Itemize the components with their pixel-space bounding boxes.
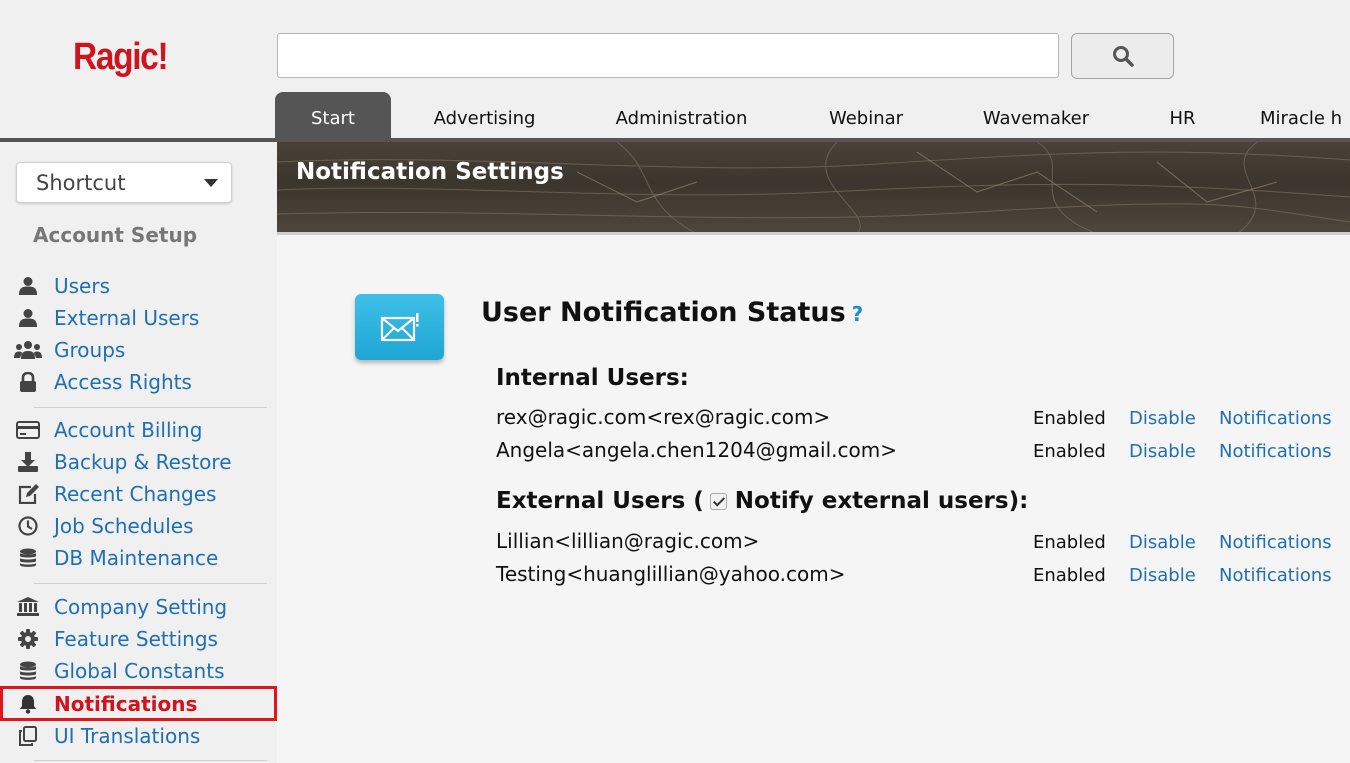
- sidebar-item-label: Company Setting: [54, 595, 228, 619]
- bank-icon: [14, 596, 42, 618]
- notifications-link[interactable]: Notifications: [1219, 408, 1332, 429]
- main-content: User Notification Status? Internal Users…: [277, 235, 1350, 763]
- sidebar-item-label: Notifications: [54, 691, 198, 716]
- tab-bar: Start Advertising Administration Webinar…: [275, 92, 1350, 138]
- credit-card-icon: [14, 419, 42, 441]
- user-status: Enabled: [1033, 441, 1106, 462]
- tab-webinar[interactable]: Webinar: [785, 92, 947, 138]
- tab-administration[interactable]: Administration: [578, 92, 785, 138]
- sidebar-item-global-constants[interactable]: Global Constants: [0, 655, 277, 687]
- sidebar-item-label: Job Schedules: [54, 514, 194, 538]
- sidebar-item-label: UI Translations: [54, 724, 201, 748]
- user-row: Lillian<lillian@ragic.com> Enabled Disab…: [496, 529, 1336, 559]
- tab-wavemaker[interactable]: Wavemaker: [947, 92, 1125, 138]
- sidebar-item-label: Users: [54, 274, 111, 298]
- shortcut-dropdown[interactable]: Shortcut: [16, 162, 232, 203]
- copy-icon: [14, 725, 42, 747]
- notify-external-checkbox[interactable]: [709, 492, 727, 510]
- user-status: Enabled: [1033, 532, 1106, 553]
- sidebar-item-job-schedules[interactable]: Job Schedules: [0, 510, 277, 542]
- shortcut-label: Shortcut: [36, 170, 126, 195]
- sidebar-item-external-users[interactable]: External Users: [0, 302, 277, 334]
- sidebar-item-label: DB Maintenance: [54, 546, 219, 570]
- sidebar-item-backup-restore[interactable]: Backup & Restore: [0, 446, 277, 478]
- group-icon: [14, 339, 42, 361]
- sidebar-divider: [34, 760, 267, 761]
- external-title-suffix: Notify external users):: [734, 488, 1029, 514]
- mail-icon: [355, 294, 444, 360]
- notifications-link[interactable]: Notifications: [1219, 565, 1332, 586]
- sidebar-divider: [34, 583, 267, 584]
- sidebar-item-label: Access Rights: [54, 370, 192, 394]
- sidebar-item-label: Groups: [54, 338, 126, 362]
- sidebar-item-label: Global Constants: [54, 659, 225, 683]
- sidebar-item-company-setting[interactable]: Company Setting: [0, 591, 277, 623]
- gear-icon: [14, 628, 42, 650]
- heading-text: User Notification Status: [481, 297, 846, 328]
- search-input[interactable]: [277, 33, 1059, 78]
- sidebar-divider: [34, 407, 267, 408]
- page-banner: Notification Settings: [277, 142, 1350, 234]
- sidebar-item-db-maintenance[interactable]: DB Maintenance: [0, 542, 277, 574]
- sidebar-item-ui-translations[interactable]: UI Translations: [0, 720, 277, 752]
- notifications-link[interactable]: Notifications: [1219, 441, 1332, 462]
- section-title-account-setup: Account Setup: [33, 223, 198, 247]
- user-row: Testing<huanglillian@yahoo.com> Enabled …: [496, 562, 1336, 592]
- external-users-title: External Users ( Notify external users):: [496, 488, 1028, 514]
- sidebar-item-groups[interactable]: Groups: [0, 334, 277, 366]
- bell-icon: [14, 693, 42, 715]
- tab-hr[interactable]: HR: [1125, 92, 1240, 138]
- sidebar-item-label: Backup & Restore: [54, 450, 232, 474]
- sidebar-item-label: Account Billing: [54, 418, 203, 442]
- user-icon: [14, 307, 42, 329]
- sidebar-item-feature-settings[interactable]: Feature Settings: [0, 623, 277, 655]
- download-icon: [14, 451, 42, 473]
- sidebar-item-account-billing[interactable]: Account Billing: [0, 414, 277, 446]
- user-email: Lillian<lillian@ragic.com>: [496, 529, 760, 553]
- user-email: Testing<huanglillian@yahoo.com>: [496, 562, 846, 586]
- database-icon: [14, 547, 42, 569]
- wood-texture-image: [277, 142, 1350, 234]
- sidebar-item-label: External Users: [54, 306, 200, 330]
- sidebar-item-notifications[interactable]: Notifications: [0, 686, 277, 721]
- clock-icon: [14, 515, 42, 537]
- user-icon: [14, 275, 42, 297]
- sidebar-item-access-rights[interactable]: Access Rights: [0, 366, 277, 398]
- external-title-prefix: External Users (: [496, 488, 704, 514]
- tab-miracle[interactable]: Miracle h: [1240, 92, 1350, 138]
- sidebar-item-recent-changes[interactable]: Recent Changes: [0, 478, 277, 510]
- user-status: Enabled: [1033, 408, 1106, 429]
- edit-icon: [14, 483, 42, 505]
- disable-link[interactable]: Disable: [1129, 408, 1196, 429]
- disable-link[interactable]: Disable: [1129, 441, 1196, 462]
- ragic-logo[interactable]: Ragic!: [73, 36, 169, 79]
- page-title: Notification Settings: [296, 159, 564, 185]
- search-icon: [1112, 46, 1134, 67]
- sidebar-item-users[interactable]: Users: [0, 270, 277, 302]
- notifications-link[interactable]: Notifications: [1219, 532, 1332, 553]
- sidebar-item-label: Feature Settings: [54, 627, 218, 651]
- tab-advertising[interactable]: Advertising: [391, 92, 578, 138]
- internal-users-title: Internal Users:: [496, 365, 689, 391]
- database-icon: [14, 660, 42, 682]
- user-row: Angela<angela.chen1204@gmail.com> Enable…: [496, 438, 1336, 468]
- sidebar-item-label: Recent Changes: [54, 482, 217, 506]
- user-email: Angela<angela.chen1204@gmail.com>: [496, 438, 897, 462]
- user-row: rex@ragic.com<rex@ragic.com> Enabled Dis…: [496, 405, 1336, 435]
- sidebar: Shortcut Account Setup Users External Us…: [0, 142, 277, 763]
- user-email: rex@ragic.com<rex@ragic.com>: [496, 405, 831, 429]
- user-status: Enabled: [1033, 565, 1106, 586]
- notification-status-heading: User Notification Status?: [481, 297, 863, 328]
- help-icon[interactable]: ?: [852, 302, 864, 326]
- caret-down-icon: [204, 179, 218, 187]
- disable-link[interactable]: Disable: [1129, 565, 1196, 586]
- lock-icon: [14, 371, 42, 393]
- tab-start[interactable]: Start: [275, 92, 391, 138]
- search-button[interactable]: [1071, 33, 1174, 79]
- disable-link[interactable]: Disable: [1129, 532, 1196, 553]
